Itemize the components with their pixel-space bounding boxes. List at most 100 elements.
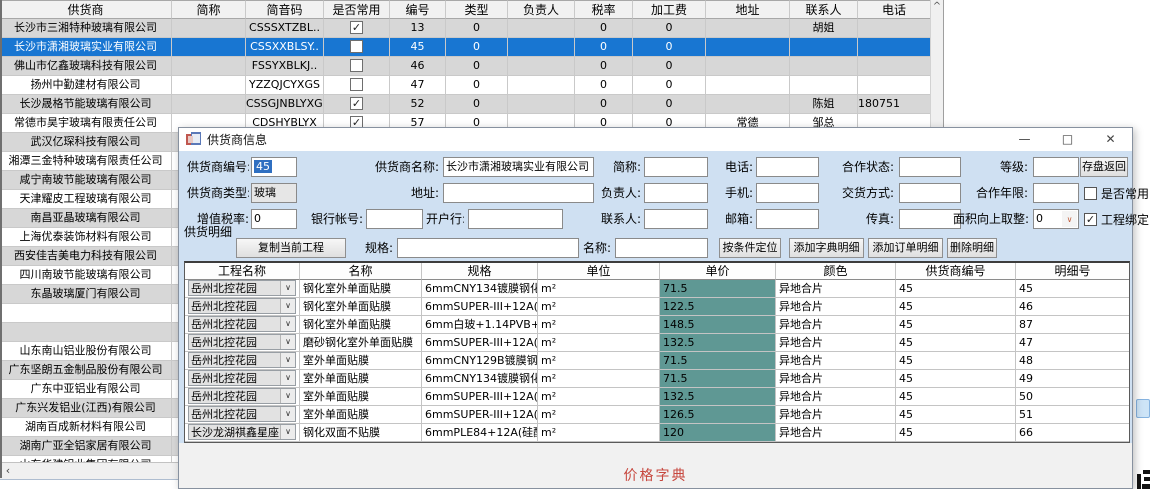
table-row[interactable]: 佛山市亿鑫玻璃科技有限公司 FSSYXBLKJ.. 46 0 0 0 [0,57,944,76]
checkbox-common[interactable] [350,78,363,91]
list-item[interactable]: 湖南广亚全铝家居有限公司 [0,437,178,456]
locate-by-condition-button[interactable]: 按条件定位 [719,238,781,258]
cell-phone[interactable] [858,38,930,57]
detail-row[interactable]: 岳州北控花园∨ 室外单面贴膜 6mmCNY134镀膜钢化 m² 71.5 异地合… [185,370,1129,388]
chevron-down-icon[interactable]: ∨ [280,425,295,439]
name-filter-input[interactable] [615,238,708,258]
cell-shortname[interactable] [172,38,246,57]
col-header-color[interactable]: 颜色 [776,263,896,280]
detail-row[interactable]: 岳州北控花园∨ 钢化室外单面贴膜 6mmSUPER-III+12A(硅... m… [185,298,1129,316]
cell-color[interactable]: 异地合片 [776,298,896,316]
detail-row[interactable]: 岳州北控花园∨ 钢化室外单面贴膜 6mmCNY134镀膜钢化 m² 71.5 异… [185,280,1129,298]
detail-row[interactable]: 长沙龙湖祺鑫星座∨ 钢化双面不贴膜 6mmPLE84+12A(硅酮胶... m²… [185,424,1129,442]
cell-spec[interactable]: 6mmCNY134镀膜钢化 [422,280,538,298]
project-combobox[interactable]: 岳州北控花园∨ [188,388,296,404]
cell-spec[interactable]: 6mmPLE84+12A(硅酮胶... [422,424,538,442]
cell-project[interactable]: 岳州北控花园∨ [185,406,300,424]
cell-spec[interactable]: 6mmCNY129B镀膜钢化 [422,352,538,370]
save-return-button[interactable]: 存盘返回 [1080,157,1128,177]
cell-unit[interactable]: m² [538,352,660,370]
cell-address[interactable] [706,19,790,38]
cell-phone[interactable] [858,57,930,76]
chevron-down-icon[interactable]: ∨ [280,353,295,367]
cell-phone[interactable] [858,19,930,38]
chevron-down-icon[interactable]: ∨ [280,317,295,331]
col-header-shortname[interactable]: 简称 [172,0,246,19]
cell-common[interactable] [324,57,390,76]
col-header-code[interactable]: 简音码 [246,0,324,19]
supplier-no-input[interactable]: 45 [251,157,297,177]
cell-contact[interactable] [790,57,858,76]
list-item[interactable] [0,323,178,342]
col-header-common[interactable]: 是否常用 [324,0,390,19]
cell-price[interactable]: 132.5 [660,388,776,406]
mobile-input[interactable] [756,183,819,203]
cell-id[interactable]: 46 [390,57,446,76]
cell-name[interactable]: 室外单面贴膜 [300,388,422,406]
delete-detail-button[interactable]: 删除明细 [947,238,997,258]
cell-color[interactable]: 异地合片 [776,370,896,388]
list-item[interactable]: 湖南百成新材料有限公司 [0,418,178,437]
email-input[interactable] [756,209,819,229]
cell-contact[interactable] [790,38,858,57]
supplier-type-input[interactable]: 玻璃 [251,183,297,203]
cell-supplier-no[interactable]: 45 [896,388,1016,406]
cell-contact[interactable]: 陈姐 [790,95,858,114]
detail-row[interactable]: 岳州北控花园∨ 室外单面贴膜 6mmSUPER-III+12A(硅... m² … [185,406,1129,424]
cell-shortname[interactable] [172,95,246,114]
checkbox-icon[interactable] [1084,187,1097,200]
col-header-price[interactable]: 单价 [660,263,776,280]
cell-supplier-no[interactable]: 45 [896,280,1016,298]
owner-input[interactable] [644,183,708,203]
cell-color[interactable]: 异地合片 [776,406,896,424]
cell-supplier-no[interactable]: 45 [896,334,1016,352]
cell-code[interactable]: FSSYXBLKJ.. [246,57,324,76]
checkbox-icon[interactable]: ✓ [1084,213,1097,226]
cell-code[interactable]: CSSSXTZBL.. [246,19,324,38]
cell-name[interactable]: 钢化室外单面贴膜 [300,298,422,316]
cell-supplier[interactable]: 长沙晟格节能玻璃有限公司 [0,95,172,114]
cell-color[interactable]: 异地合片 [776,352,896,370]
cell-phone[interactable] [858,76,930,95]
col-header-supplier-no[interactable]: 供货商编号 [896,263,1016,280]
cell-project[interactable]: 岳州北控花园∨ [185,280,300,298]
cell-id[interactable]: 13 [390,19,446,38]
project-combobox[interactable]: 长沙龙湖祺鑫星座∨ [188,424,296,440]
bank-account-input[interactable] [366,209,423,229]
cell-fee[interactable]: 0 [633,57,706,76]
list-item[interactable] [0,304,178,323]
cell-spec[interactable]: 6mm白玻+1.14PVB+6mm... [422,316,538,334]
cell-phone[interactable]: 180751 [858,95,930,114]
maximize-button[interactable]: □ [1046,128,1089,151]
cell-tax[interactable]: 0 [575,19,633,38]
spec-filter-input[interactable] [397,238,579,258]
cell-id[interactable]: 47 [390,76,446,95]
cell-tax[interactable]: 0 [575,38,633,57]
cell-detail-no[interactable]: 47 [1016,334,1129,352]
list-item[interactable]: 广东坚朗五金制品股份有限公司 [0,361,178,380]
chevron-down-icon[interactable]: ∨ [280,371,295,385]
cell-spec[interactable]: 6mmSUPER-III+12A(硅... [422,406,538,424]
coop-status-input[interactable] [899,157,961,177]
table-row-selected[interactable]: 长沙市潇湘玻璃实业有限公司 CSSXXBLSY.. 45 0 0 0 [0,38,944,57]
cell-shortname[interactable] [172,57,246,76]
cell-fee[interactable]: 0 [633,19,706,38]
project-combobox[interactable]: 岳州北控花园∨ [188,316,296,332]
chevron-down-icon[interactable]: ∨ [280,335,295,349]
cell-tax[interactable]: 0 [575,95,633,114]
cell-address[interactable] [706,57,790,76]
cell-project[interactable]: 岳州北控花园∨ [185,370,300,388]
cell-supplier[interactable]: 常德市昊宇玻璃有限责任公司 [0,114,172,133]
cell-fee[interactable]: 0 [633,38,706,57]
cell-detail-no[interactable]: 51 [1016,406,1129,424]
cell-name[interactable]: 钢化室外单面贴膜 [300,280,422,298]
cell-owner[interactable] [508,95,575,114]
col-header-fee[interactable]: 加工费 [633,0,706,19]
cell-spec[interactable]: 6mmSUPER-III+12A(硅... [422,388,538,406]
cell-common[interactable] [324,38,390,57]
cell-shortname[interactable] [172,19,246,38]
cell-price[interactable]: 120 [660,424,776,442]
cell-type[interactable]: 0 [446,38,508,57]
list-item[interactable]: 天津耀皮工程玻璃有限公司 [0,190,178,209]
add-dictionary-detail-button[interactable]: 添加字典明细 [789,238,864,258]
